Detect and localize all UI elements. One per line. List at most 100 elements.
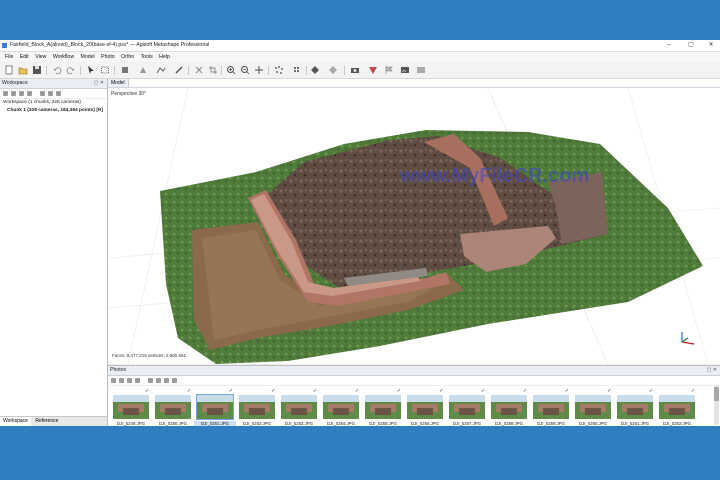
aligned-check-icon: ✓: [187, 388, 192, 394]
resize-region-icon[interactable]: [120, 65, 130, 75]
tab-reference[interactable]: Reference: [32, 417, 61, 426]
photo-thumbnail[interactable]: [196, 394, 234, 420]
photo-thumbnail[interactable]: [155, 395, 191, 419]
photo-thumbnail[interactable]: [449, 395, 485, 419]
photo-thumbnail[interactable]: [281, 395, 317, 419]
menu-edit[interactable]: Edit: [20, 52, 29, 62]
photo-thumbnail[interactable]: [575, 395, 611, 419]
3d-model-scene[interactable]: www.MyFileCR.com: [108, 88, 720, 364]
menu-photo[interactable]: Photo: [101, 52, 115, 62]
add-photos-icon[interactable]: [11, 91, 16, 96]
add-marker-icon[interactable]: [19, 91, 24, 96]
photo-thumbnail[interactable]: [491, 395, 527, 419]
new-project-icon[interactable]: [4, 65, 14, 75]
aligned-check-icon: ✓: [649, 388, 654, 394]
rectangle-selection-icon[interactable]: [100, 65, 110, 75]
photo-thumbnail[interactable]: [617, 395, 653, 419]
zoom-in-icon[interactable]: [226, 65, 236, 75]
tab-workspace[interactable]: Workspace: [0, 417, 31, 426]
photo-filename: DJI_0253.JPG: [285, 421, 313, 426]
photo-filename: DJI_0259.JPG: [537, 421, 565, 426]
menu-workflow[interactable]: Workflow: [53, 52, 74, 62]
photo-view-mode-icon[interactable]: [164, 378, 169, 383]
watermark-text: www.MyFileCR.com: [399, 165, 589, 187]
point-cloud-icon[interactable]: [274, 65, 284, 75]
expand-icon[interactable]: [48, 91, 53, 96]
photo-filename: DJI_0252.JPG: [243, 421, 271, 426]
maximize-button[interactable]: ▢: [684, 40, 698, 51]
photos-panel-close-icon[interactable]: ▢ ✕: [707, 366, 717, 375]
rotate-object-icon[interactable]: [138, 65, 148, 75]
photo-thumbnail[interactable]: [239, 395, 275, 419]
menu-help[interactable]: Help: [159, 52, 170, 62]
title-bar: Fairfield_Block_A(alnoid)_Block_20(base-…: [0, 40, 720, 52]
navigation-cursor-icon[interactable]: [86, 65, 96, 75]
photo-filename: DJI_0251.JPG: [194, 421, 236, 426]
model-stats: Faces: 9,477,216 vertices: 2,900,561: [112, 353, 187, 358]
menu-file[interactable]: File: [5, 52, 13, 62]
camera-icon[interactable]: [350, 65, 360, 75]
menu-view[interactable]: View: [35, 52, 46, 62]
dense-cloud-icon[interactable]: [292, 65, 302, 75]
minimize-button[interactable]: –: [662, 40, 676, 51]
remove-camera-icon[interactable]: [111, 378, 116, 383]
shaded-model-icon[interactable]: [310, 65, 320, 75]
aligned-check-icon: ✓: [523, 388, 528, 394]
draw-polyline-icon[interactable]: [174, 65, 184, 75]
aligned-check-icon: ✓: [397, 388, 402, 394]
collapse-icon[interactable]: [56, 91, 61, 96]
panel-close-icon[interactable]: ▢ ✕: [94, 79, 104, 88]
reset-view-icon[interactable]: [254, 65, 264, 75]
close-button[interactable]: ✕: [704, 40, 718, 51]
menu-ortho[interactable]: Ortho: [121, 52, 134, 62]
settings-dropdown-icon[interactable]: [416, 65, 426, 75]
remove-icon[interactable]: [40, 91, 45, 96]
flag-icon[interactable]: [384, 65, 394, 75]
tab-model[interactable]: Model: [108, 79, 129, 87]
aligned-check-icon: ✓: [691, 388, 696, 394]
add-chunk-icon[interactable]: [3, 91, 8, 96]
workspace-panel-header: Workspace ▢ ✕: [0, 79, 107, 89]
photo-filename: DJI_0250.JPG: [159, 421, 187, 426]
open-folder-icon[interactable]: [18, 65, 28, 75]
chunk-item[interactable]: Chunk 1 (328 cameras, 184,384 points) [R…: [3, 107, 107, 115]
show-markers-icon[interactable]: [368, 65, 378, 75]
solid-model-icon[interactable]: [328, 65, 338, 75]
photo-filename: DJI_0256.JPG: [411, 421, 439, 426]
workspace-tools: [0, 89, 107, 99]
image-view-icon[interactable]: [400, 65, 410, 75]
redo-icon[interactable]: [66, 65, 76, 75]
photos-scrollbar[interactable]: [714, 385, 719, 425]
photo-thumbnail[interactable]: [533, 395, 569, 419]
crop-selection-icon[interactable]: [208, 65, 218, 75]
workspace-panel: Workspace ▢ ✕ Workspace (1 chunks, 328 c…: [0, 79, 108, 426]
photo-thumbnail[interactable]: [365, 395, 401, 419]
workspace-root[interactable]: Workspace (1 chunks, 328 cameras): [3, 99, 107, 107]
rotate-right-icon[interactable]: [127, 378, 132, 383]
photos-panel-header: Photos ▢ ✕: [108, 366, 720, 376]
model-view[interactable]: Model www.MyFileCR.com Perspective 30° F…: [108, 79, 720, 364]
thumbnail-size-icon[interactable]: [172, 378, 177, 383]
menu-model[interactable]: Model: [81, 52, 95, 62]
app-icon: [2, 43, 7, 48]
aligned-check-icon: ✓: [271, 388, 276, 394]
photo-thumbnail[interactable]: [113, 395, 149, 419]
save-icon[interactable]: [32, 65, 42, 75]
photo-thumbnail[interactable]: [407, 395, 443, 419]
filter-by-selection-icon[interactable]: [148, 378, 153, 383]
aligned-check-icon: ✓: [565, 388, 570, 394]
undo-icon[interactable]: [52, 65, 62, 75]
aligned-check-icon: ✓: [145, 388, 150, 394]
masks-icon[interactable]: [156, 378, 161, 383]
zoom-out-icon[interactable]: [240, 65, 250, 75]
reset-filter-icon[interactable]: [135, 378, 140, 383]
menu-tools[interactable]: Tools: [141, 52, 153, 62]
photo-thumbnail[interactable]: [659, 395, 695, 419]
ruler-icon[interactable]: [156, 65, 166, 75]
photo-thumbnail[interactable]: [323, 395, 359, 419]
main-toolbar: [0, 63, 720, 79]
rotate-left-icon[interactable]: [119, 378, 124, 383]
perspective-label: Perspective 30°: [111, 91, 147, 97]
filter-icon[interactable]: [27, 91, 32, 96]
delete-selection-icon[interactable]: [194, 65, 204, 75]
